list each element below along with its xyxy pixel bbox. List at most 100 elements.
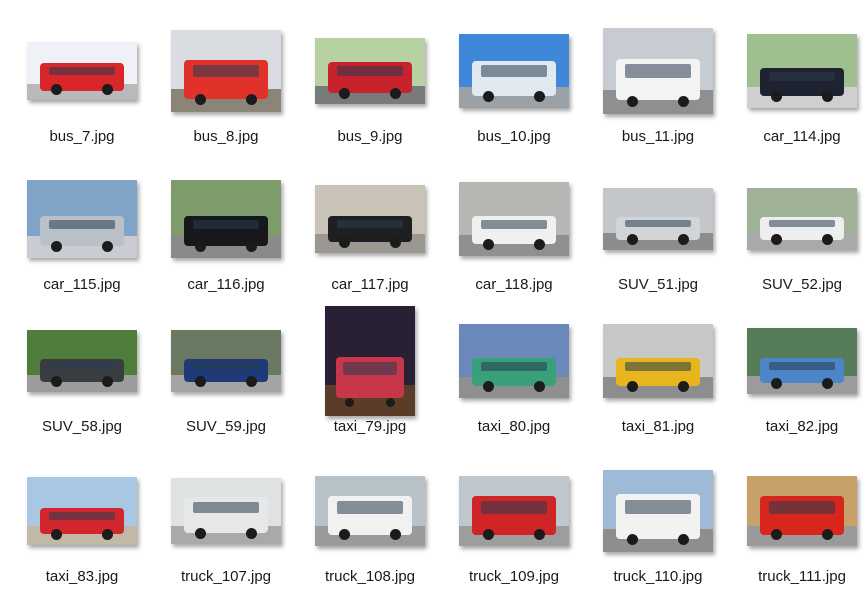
bus-thumbnail[interactable] — [459, 34, 569, 108]
taxi-thumbnail[interactable] — [603, 324, 713, 398]
file-item[interactable]: car_118.jpg — [444, 164, 584, 304]
file-name-label: bus_9.jpg — [337, 128, 403, 145]
bus-thumbnail[interactable] — [315, 38, 425, 104]
vehicle-wheel — [339, 236, 351, 248]
file-item[interactable]: truck_108.jpg — [300, 456, 440, 596]
file-item[interactable]: taxi_83.jpg — [12, 456, 152, 596]
thumbnail-container — [156, 164, 296, 274]
file-name-label: bus_11.jpg — [621, 128, 695, 145]
vehicle-wheel — [344, 398, 354, 408]
file-item[interactable]: bus_8.jpg — [156, 16, 296, 156]
file-item[interactable]: SUV_58.jpg — [12, 306, 152, 446]
truck-thumbnail[interactable] — [459, 476, 569, 546]
vehicle-window — [49, 511, 115, 520]
bus-thumbnail[interactable] — [171, 30, 281, 112]
file-item[interactable]: truck_109.jpg — [444, 456, 584, 596]
file-name-label: car_117.jpg — [331, 276, 409, 293]
vehicle-window — [481, 65, 547, 77]
file-name-label: SUV_51.jpg — [617, 276, 699, 293]
vehicle-window — [481, 219, 547, 229]
file-item[interactable]: SUV_51.jpg — [588, 164, 728, 304]
vehicle-wheel — [389, 236, 401, 248]
file-name-label: bus_7.jpg — [49, 128, 115, 145]
thumbnail-container — [300, 164, 440, 274]
thumbnail-container — [300, 306, 440, 416]
vehicle-wheel — [821, 91, 833, 103]
file-item[interactable]: bus_11.jpg — [588, 16, 728, 156]
file-item[interactable]: bus_10.jpg — [444, 16, 584, 156]
file-item[interactable]: taxi_81.jpg — [588, 306, 728, 446]
vehicle-wheel — [821, 234, 833, 246]
taxi-thumbnail[interactable] — [325, 306, 415, 416]
suv-thumbnail[interactable] — [747, 188, 857, 250]
thumbnail-container — [300, 456, 440, 566]
vehicle-wheel — [677, 96, 689, 108]
file-item[interactable]: bus_9.jpg — [300, 16, 440, 156]
file-name-label: taxi_80.jpg — [477, 418, 551, 435]
file-name-label: bus_8.jpg — [193, 128, 259, 145]
vehicle-wheel — [677, 381, 689, 393]
vehicle-wheel — [101, 528, 113, 540]
file-item[interactable]: truck_107.jpg — [156, 456, 296, 596]
file-item[interactable]: bus_7.jpg — [12, 16, 152, 156]
bus-thumbnail[interactable] — [27, 42, 137, 100]
vehicle-window — [49, 66, 115, 76]
vehicle-wheel — [51, 528, 63, 540]
taxi-thumbnail[interactable] — [747, 328, 857, 394]
file-item[interactable]: taxi_82.jpg — [732, 306, 865, 446]
thumbnail-container — [732, 306, 865, 416]
suv-thumbnail[interactable] — [603, 188, 713, 250]
file-name-label: truck_108.jpg — [324, 568, 416, 585]
file-item[interactable]: SUV_52.jpg — [732, 164, 865, 304]
file-item[interactable]: taxi_79.jpg — [300, 306, 440, 446]
file-name-label: taxi_81.jpg — [621, 418, 695, 435]
thumbnail-container — [444, 164, 584, 274]
thumbnail-container — [444, 306, 584, 416]
vehicle-window — [481, 361, 547, 371]
file-item[interactable]: truck_111.jpg — [732, 456, 865, 596]
suv-thumbnail[interactable] — [171, 330, 281, 392]
file-name-label: car_118.jpg — [475, 276, 553, 293]
vehicle-window — [49, 219, 115, 230]
vehicle-window — [481, 501, 547, 514]
car-thumbnail[interactable] — [27, 180, 137, 258]
truck-thumbnail[interactable] — [603, 470, 713, 552]
file-item[interactable]: SUV_59.jpg — [156, 306, 296, 446]
vehicle-window — [625, 361, 691, 371]
truck-thumbnail[interactable] — [171, 478, 281, 544]
file-item[interactable]: car_117.jpg — [300, 164, 440, 304]
bus-thumbnail[interactable] — [603, 28, 713, 114]
vehicle-window — [337, 65, 403, 77]
vehicle-window — [625, 219, 691, 228]
suv-thumbnail[interactable] — [27, 330, 137, 392]
car-thumbnail[interactable] — [315, 185, 425, 253]
taxi-thumbnail[interactable] — [459, 324, 569, 398]
thumbnail-container — [588, 306, 728, 416]
thumbnail-container — [588, 456, 728, 566]
file-item[interactable]: car_115.jpg — [12, 164, 152, 304]
thumbnail-container — [12, 456, 152, 566]
vehicle-wheel — [677, 234, 689, 246]
vehicle-window — [193, 64, 259, 78]
car-thumbnail[interactable] — [459, 182, 569, 256]
truck-thumbnail[interactable] — [747, 476, 857, 546]
car-thumbnail[interactable] — [171, 180, 281, 258]
vehicle-wheel — [339, 87, 351, 99]
vehicle-wheel — [101, 240, 113, 252]
car-thumbnail[interactable] — [747, 34, 857, 108]
file-item[interactable]: truck_110.jpg — [588, 456, 728, 596]
thumbnail-container — [444, 456, 584, 566]
file-name-label: taxi_83.jpg — [45, 568, 119, 585]
taxi-thumbnail[interactable] — [27, 477, 137, 545]
file-name-label: taxi_79.jpg — [333, 418, 407, 435]
file-name-label: truck_107.jpg — [180, 568, 272, 585]
vehicle-wheel — [245, 527, 257, 539]
vehicle-window — [625, 499, 691, 515]
file-item[interactable]: car_116.jpg — [156, 164, 296, 304]
truck-thumbnail[interactable] — [315, 476, 425, 546]
vehicle-wheel — [195, 240, 207, 252]
file-item[interactable]: car_114.jpg — [732, 16, 865, 156]
thumbnail-container — [12, 306, 152, 416]
file-item[interactable]: taxi_80.jpg — [444, 306, 584, 446]
thumbnail-container — [156, 16, 296, 126]
